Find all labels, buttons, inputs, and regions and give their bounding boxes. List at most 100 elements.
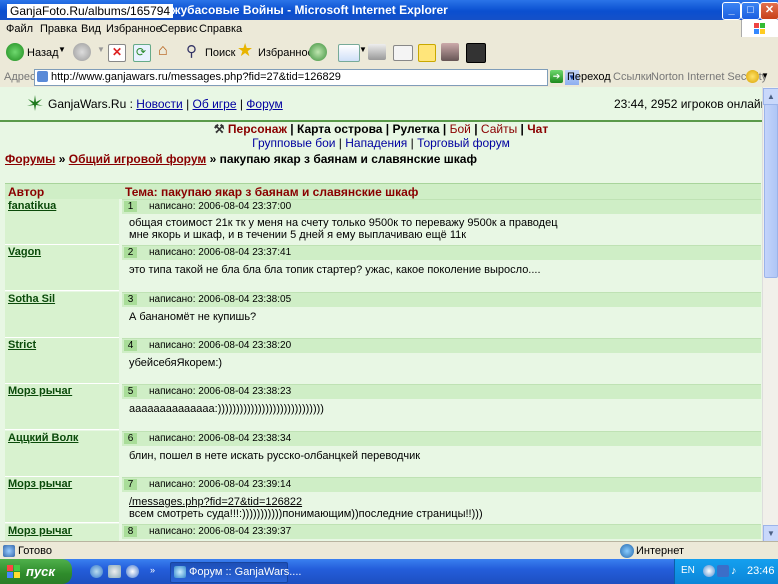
stop-icon[interactable]: ✕ [108, 44, 126, 62]
taskbar-window-item[interactable]: Форум :: GanjaWars.... [170, 562, 301, 583]
search-button-label[interactable]: Поиск [205, 47, 235, 59]
go-arrow-icon[interactable]: ➔ [550, 70, 563, 83]
post-number: 6 [124, 433, 137, 444]
nav-about[interactable]: Об игре [193, 97, 237, 111]
taskbar: пуск » Форум :: GanjaWars.... EN ♪ 23:46 [0, 559, 778, 584]
main-menu: ⚒ Персонаж | Карта острова | Рулетка | Б… [213, 122, 549, 136]
menu-battle[interactable]: Бой [450, 122, 471, 136]
minimize-button[interactable]: _ [722, 2, 741, 20]
links-label[interactable]: Ссылки [613, 71, 652, 83]
back-button-label[interactable]: Назад [27, 47, 59, 59]
home-icon[interactable]: ⌂ [157, 42, 175, 61]
breadcrumb-forums[interactable]: Форумы [5, 152, 55, 166]
start-button[interactable]: пуск [0, 559, 72, 584]
post-text: это типа такой не бла бла бла топик стар… [129, 264, 541, 276]
nav-forum[interactable]: Форум [246, 97, 282, 111]
post-row: Морз рычаг 8 написано: 2006-08-04 23:39:3… [5, 524, 761, 541]
site-name: GanjaWars.Ru [48, 97, 127, 111]
forward-arrow-icon[interactable] [73, 43, 91, 61]
toolbar: Назад ▼ ▼ ✕ ⟳ ⌂ ⚲ Поиск ★ Избранное ▼ [0, 37, 778, 69]
tray-app-icon[interactable] [717, 565, 729, 577]
post-author[interactable]: Vagon [8, 246, 41, 258]
post-meta: 2 написано: 2006-08-04 23:37:41 [122, 245, 761, 260]
address-url[interactable]: http://www.ganjawars.ru/messages.php?fid… [51, 71, 341, 83]
back-dropdown-icon[interactable]: ▼ [58, 45, 66, 54]
discuss-icon[interactable] [418, 44, 436, 62]
post-author-cell: Морз рычаг [5, 477, 119, 523]
post-body: А бананомёт не купишь? [129, 311, 256, 323]
maximize-button[interactable]: □ [741, 2, 760, 20]
post-date: написано: 2006-08-04 23:38:34 [149, 433, 292, 444]
post-text: А бананомёт не купишь? [129, 311, 257, 323]
menu-edit[interactable]: Правка [40, 23, 77, 35]
post-number: 4 [124, 340, 137, 351]
scroll-up-icon[interactable]: ▲ [763, 88, 778, 105]
edit-icon[interactable] [393, 45, 413, 61]
search-icon[interactable]: ⚲ [185, 43, 203, 61]
ie-quicklaunch-icon[interactable] [90, 565, 103, 578]
favorites-star-icon[interactable]: ★ [237, 40, 255, 60]
menu-attacks[interactable]: Нападения [345, 136, 407, 150]
post-link[interactable]: /messages.php?fid=27&tid=126822 [129, 496, 302, 508]
menu-help[interactable]: Справка [199, 23, 242, 35]
taskbar-window-label[interactable]: Форум :: GanjaWars.... [189, 566, 301, 578]
post-author[interactable]: Sotha Sil [8, 293, 55, 305]
scroll-down-icon[interactable]: ▼ [763, 525, 778, 542]
post-author[interactable]: fanatikua [8, 200, 56, 212]
research-icon[interactable] [466, 43, 486, 63]
site-header: GanjaWars.Ru : Новости | Об игре | Форум… [0, 87, 762, 121]
post-body: это типа такой не бла бла бла топик стар… [129, 264, 541, 276]
breadcrumb-general-forum[interactable]: Общий игровой форум [69, 152, 207, 166]
media-player-icon[interactable] [126, 565, 139, 578]
messenger-icon[interactable] [441, 43, 459, 61]
history-icon[interactable] [309, 43, 327, 61]
print-icon[interactable] [368, 44, 386, 60]
menu-chat[interactable]: Чат [527, 122, 548, 136]
menu-view[interactable]: Вид [81, 23, 101, 35]
menu-map[interactable]: Карта острова [297, 122, 382, 136]
network-icon[interactable] [703, 565, 715, 577]
page-done-icon [3, 545, 15, 557]
close-button[interactable]: ✕ [760, 2, 778, 20]
volume-icon[interactable]: ♪ [731, 565, 737, 577]
post-author[interactable]: Strict [8, 339, 36, 351]
post-date: написано: 2006-08-04 23:38:23 [149, 386, 292, 397]
mail-icon[interactable] [338, 44, 360, 62]
menu-group-battles[interactable]: Групповые бои [252, 136, 335, 150]
quicklaunch-chevron-icon[interactable]: » [150, 565, 155, 575]
post-author[interactable]: Аццкий Волк [8, 432, 78, 444]
menu-file[interactable]: Файл [6, 23, 33, 35]
menu-roulette[interactable]: Рулетка [393, 122, 440, 136]
nav-news[interactable]: Новости [136, 97, 182, 111]
address-input[interactable]: http://www.ganjawars.ru/messages.php?fid… [34, 69, 579, 86]
back-arrow-icon[interactable] [6, 43, 24, 61]
post-author[interactable]: Морз рычаг [8, 385, 72, 397]
language-indicator[interactable]: EN [681, 565, 695, 576]
breadcrumb-topic: » пакупаю якар з баянам и славянские шка… [209, 152, 477, 166]
post-author[interactable]: Морз рычаг [8, 525, 72, 537]
character-icon: ⚒ [213, 122, 225, 136]
window-title-text: жубасовые Войны - Microsoft Internet Exp… [172, 3, 448, 17]
forward-dropdown-icon[interactable]: ▼ [97, 45, 105, 54]
favorites-button-label[interactable]: Избранное [258, 47, 314, 59]
breadcrumb: Форумы » Общий игровой форум » пакупаю я… [5, 152, 477, 166]
norton-dropdown-icon[interactable]: ▼ [761, 71, 769, 80]
menu-character[interactable]: Персонаж [228, 122, 287, 136]
post-author[interactable]: Морз рычаг [8, 478, 72, 490]
menu-favorites[interactable]: Избранное [106, 23, 162, 35]
windows-logo-icon [741, 20, 778, 37]
mail-dropdown-icon[interactable]: ▼ [359, 45, 367, 54]
menu-trade-forum[interactable]: Торговый форум [417, 136, 510, 150]
show-desktop-icon[interactable] [108, 565, 121, 578]
refresh-icon[interactable]: ⟳ [133, 44, 151, 62]
start-label[interactable]: пуск [26, 564, 55, 579]
post-meta: 5 написано: 2006-08-04 23:38:23 [122, 384, 761, 399]
menu-sites[interactable]: Сайты [481, 122, 517, 136]
address-bar: Адрес: http://www.ganjawars.ru/messages.… [0, 68, 778, 88]
post-body: аааааааааааааа:)))))))))))))))))))))))))… [129, 403, 324, 415]
go-button[interactable]: Переход [567, 71, 611, 83]
post-row: Strict 4 написано: 2006-08-04 23:38:20 уб… [5, 338, 761, 384]
menu-tools[interactable]: Сервис [160, 23, 198, 35]
norton-icon[interactable] [746, 70, 759, 83]
scrollbar-thumb[interactable] [764, 104, 778, 278]
